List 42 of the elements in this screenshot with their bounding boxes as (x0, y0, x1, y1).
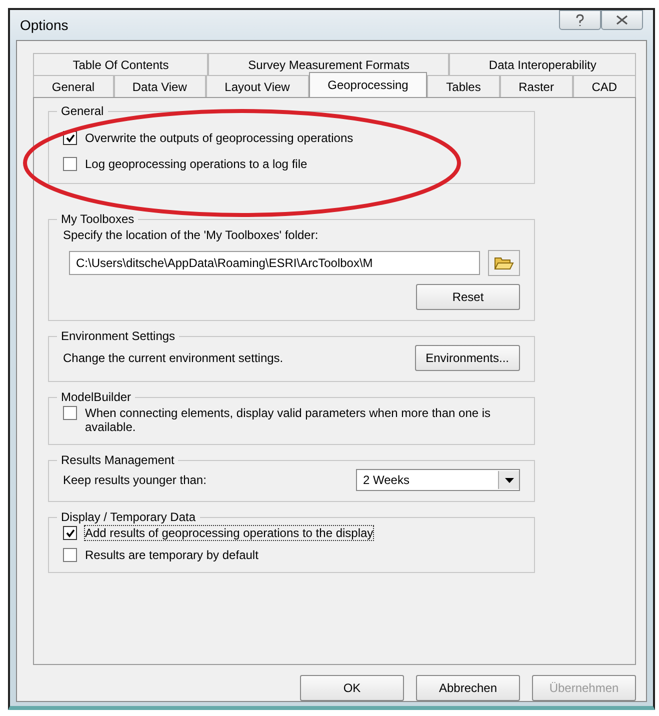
checkbox[interactable] (63, 406, 77, 420)
tab[interactable]: Survey Measurement Formats (208, 53, 450, 75)
instruction-text: Specify the location of the 'My Toolboxes' folder: (63, 228, 320, 242)
reset-button[interactable]: Reset (416, 284, 520, 310)
tab[interactable]: Raster (500, 75, 573, 97)
caret-icon (504, 478, 514, 482)
help-icon (575, 14, 585, 26)
close-button[interactable] (601, 10, 643, 30)
folder-icon (494, 255, 514, 271)
checkbox[interactable] (63, 157, 77, 171)
browse-button[interactable] (488, 250, 520, 276)
path-field[interactable]: C:\Users\ditsche\AppData\Roaming\ESRI\ArcToolbox\M (69, 251, 480, 275)
checkbox-label: Log geoprocessing operations to a log file (85, 157, 308, 171)
group-title: ModelBuilder (60, 390, 132, 404)
tab[interactable]: Geoprocessing (308, 72, 428, 97)
dialog-button[interactable]: OK (300, 675, 404, 701)
checkbox-label: Results are temporary by default (85, 548, 258, 562)
checkbox-label: When connecting elements, display valid parameters when more than one is available. (85, 406, 492, 434)
tab[interactable]: Table Of Contents (33, 53, 208, 75)
group-title: Display / Temporary Data (60, 510, 196, 524)
checkbox-label: Overwrite the outputs of geoprocessing operations (85, 131, 354, 145)
checkbox-label: Add results of geoprocessing operations to the display (85, 526, 374, 540)
environments-button[interactable]: Environments... (414, 345, 520, 371)
close-icon (616, 15, 628, 25)
group-title: My Toolboxes (60, 212, 136, 226)
tab[interactable]: Data View (114, 75, 206, 97)
group-title: General (60, 104, 105, 118)
field-label: Keep results younger than: (63, 473, 206, 487)
help-button[interactable] (559, 10, 601, 30)
group-title: Results Management (60, 453, 176, 467)
tab[interactable]: General (33, 75, 114, 97)
tab[interactable]: Layout View (206, 75, 309, 97)
description-text: Change the current environment settings. (63, 351, 284, 365)
window-title: Options (20, 17, 68, 33)
checkbox[interactable] (63, 548, 77, 562)
duration-dropdown[interactable]: 2 Weeks (356, 469, 520, 491)
checkbox[interactable] (63, 526, 77, 540)
tab[interactable]: CAD (572, 75, 636, 97)
tab[interactable]: Tables (427, 75, 500, 97)
group-title: Environment Settings (60, 329, 176, 343)
tab[interactable]: Data Interoperability (449, 53, 636, 75)
dialog-button[interactable]: Abbrechen (416, 675, 520, 701)
